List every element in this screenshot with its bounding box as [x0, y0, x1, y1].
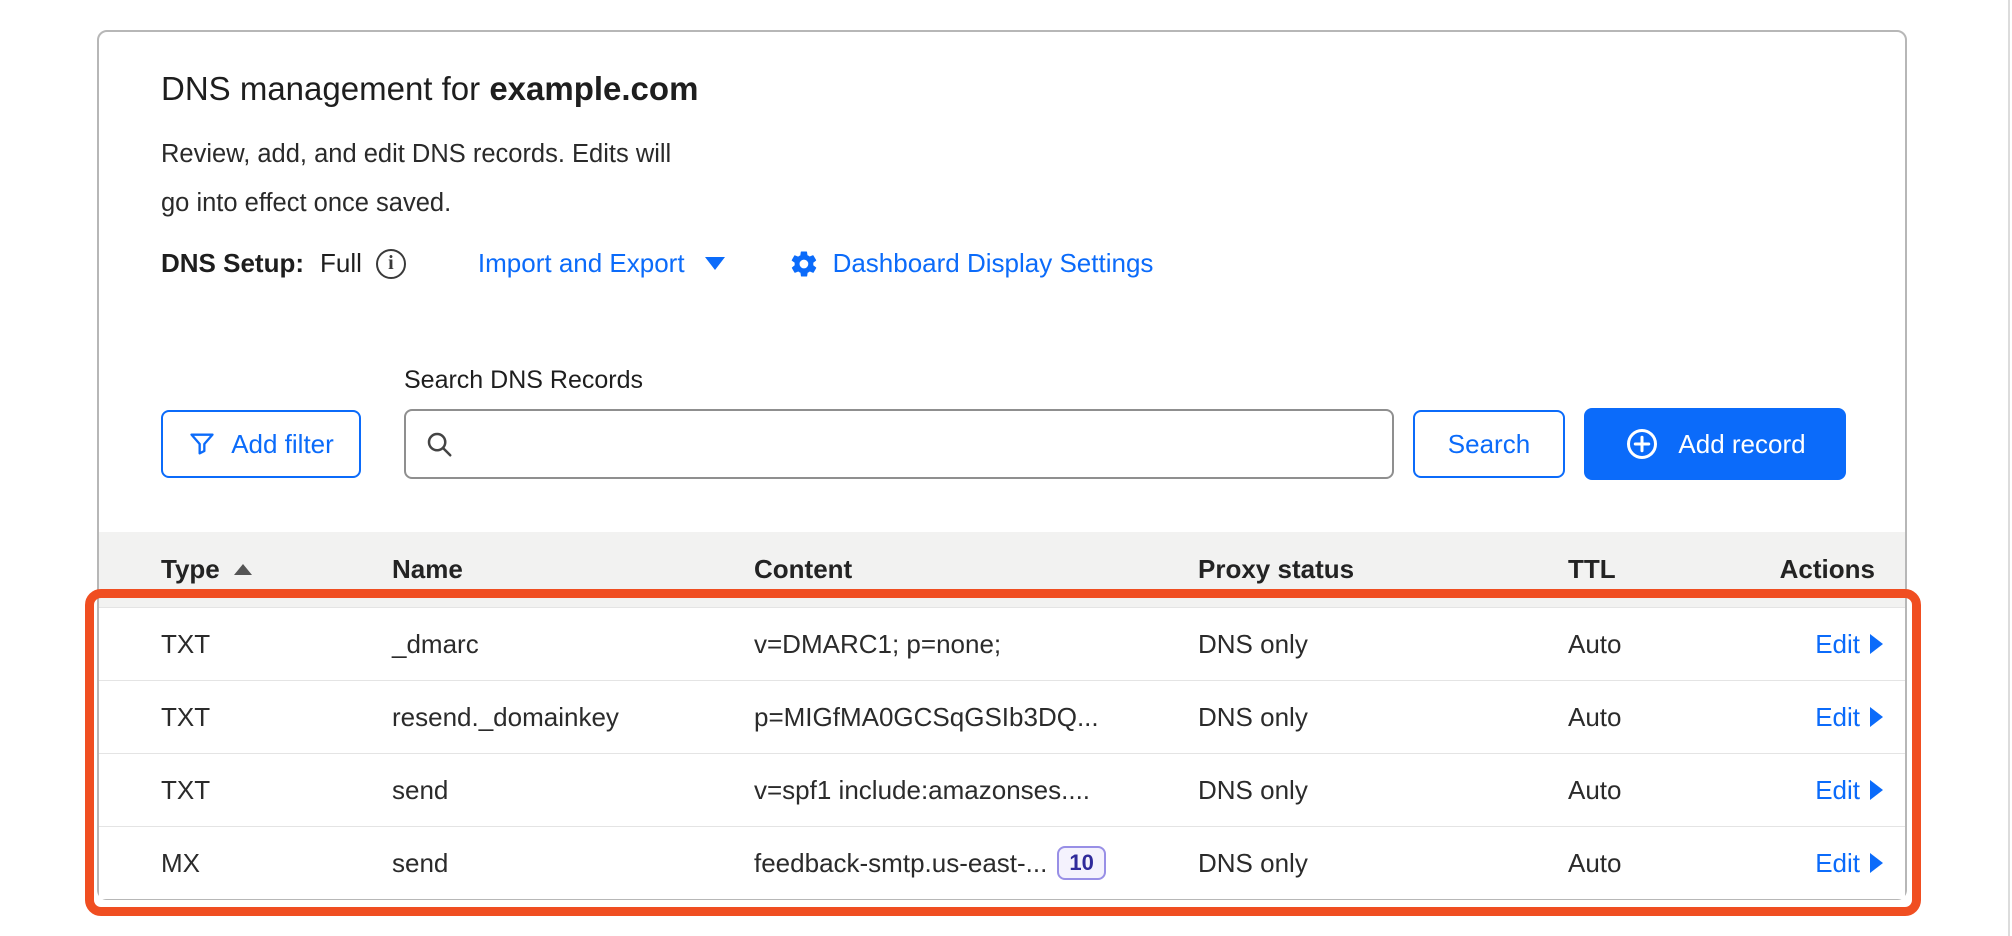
import-export-link[interactable]: Import and Export — [478, 248, 725, 279]
table-header-row: Type Name Content Proxy status TTL Actio… — [99, 532, 1905, 607]
search-button[interactable]: Search — [1413, 410, 1565, 478]
edit-record-link[interactable]: Edit — [1815, 629, 1883, 660]
dns-setup-row: DNS Setup: Full i Import and Export Dash… — [161, 248, 1153, 279]
gear-icon — [789, 249, 819, 279]
cell-content: v=spf1 include:amazonses.... — [754, 754, 1090, 826]
add-record-label: Add record — [1678, 429, 1805, 460]
sort-ascending-icon — [234, 564, 252, 575]
search-dns-records-label: Search DNS Records — [404, 366, 643, 395]
edit-record-link[interactable]: Edit — [1815, 848, 1883, 879]
chevron-down-icon — [705, 257, 725, 270]
table-row-domainkey: TXT resend._domainkey p=MIGfMA0GCSqGSIb3… — [99, 680, 1905, 753]
cell-ttl: Auto — [1568, 681, 1622, 753]
triangle-right-icon — [1870, 707, 1883, 727]
column-header-content: Content — [754, 532, 852, 607]
page-description: Review, add, and edit DNS records. Edits… — [161, 130, 671, 228]
column-header-ttl: TTL — [1568, 532, 1616, 607]
cell-type: TXT — [161, 608, 210, 680]
cell-content: v=DMARC1; p=none; — [754, 608, 1001, 680]
viewport-edge-line — [2008, 0, 2010, 936]
cell-type: TXT — [161, 754, 210, 826]
dns-management-card: DNS management for example.com Review, a… — [97, 30, 1907, 900]
plus-circle-icon — [1624, 426, 1660, 462]
cell-content: p=MIGfMA0GCSqGSIb3DQ... — [754, 681, 1099, 753]
add-record-button[interactable]: Add record — [1584, 408, 1846, 480]
cell-type: TXT — [161, 681, 210, 753]
column-header-actions: Actions — [1780, 532, 1875, 607]
cell-proxy-status: DNS only — [1198, 608, 1308, 680]
dns-setup-label: DNS Setup: — [161, 248, 304, 279]
cell-name: _dmarc — [392, 608, 479, 680]
triangle-right-icon — [1870, 634, 1883, 654]
table-row-dmarc: TXT _dmarc v=DMARC1; p=none; DNS only Au… — [99, 607, 1905, 680]
triangle-right-icon — [1870, 780, 1883, 800]
info-circle-icon[interactable]: i — [376, 249, 406, 279]
cell-ttl: Auto — [1568, 827, 1622, 899]
page-title-domain: example.com — [489, 70, 698, 107]
cell-proxy-status: DNS only — [1198, 827, 1308, 899]
mx-priority-badge: 10 — [1057, 846, 1105, 880]
dns-setup-value: Full — [320, 248, 362, 279]
column-header-type[interactable]: Type — [161, 532, 252, 607]
cell-proxy-status: DNS only — [1198, 681, 1308, 753]
edit-record-link[interactable]: Edit — [1815, 702, 1883, 733]
search-input[interactable] — [466, 411, 1374, 477]
cell-type: MX — [161, 827, 200, 899]
cell-name: send — [392, 754, 448, 826]
dashboard-display-settings-link[interactable]: Dashboard Display Settings — [789, 248, 1154, 279]
table-row-mx: MX send feedback-smtp.us-east-... 10 DNS… — [99, 826, 1905, 899]
add-filter-label: Add filter — [231, 429, 334, 460]
page-title-prefix: DNS management for — [161, 70, 489, 107]
funnel-icon — [188, 430, 216, 458]
add-filter-button[interactable]: Add filter — [161, 410, 361, 478]
cell-name: resend._domainkey — [392, 681, 619, 753]
page-title: DNS management for example.com — [161, 70, 698, 108]
cell-proxy-status: DNS only — [1198, 754, 1308, 826]
search-button-label: Search — [1448, 429, 1530, 460]
cell-ttl: Auto — [1568, 608, 1622, 680]
search-field-container — [404, 409, 1394, 479]
column-header-name: Name — [392, 532, 463, 607]
cell-name: send — [392, 827, 448, 899]
column-header-proxy-status: Proxy status — [1198, 532, 1354, 607]
table-row-spf: TXT send v=spf1 include:amazonses.... DN… — [99, 753, 1905, 826]
page-description-line2: go into effect once saved. — [161, 179, 671, 228]
magnifier-icon — [424, 429, 454, 459]
import-export-label: Import and Export — [478, 248, 685, 279]
dashboard-display-settings-label: Dashboard Display Settings — [833, 248, 1154, 279]
cell-content: feedback-smtp.us-east-... 10 — [754, 827, 1106, 899]
cell-ttl: Auto — [1568, 754, 1622, 826]
edit-record-link[interactable]: Edit — [1815, 775, 1883, 806]
page-description-line1: Review, add, and edit DNS records. Edits… — [161, 130, 671, 179]
triangle-right-icon — [1870, 853, 1883, 873]
